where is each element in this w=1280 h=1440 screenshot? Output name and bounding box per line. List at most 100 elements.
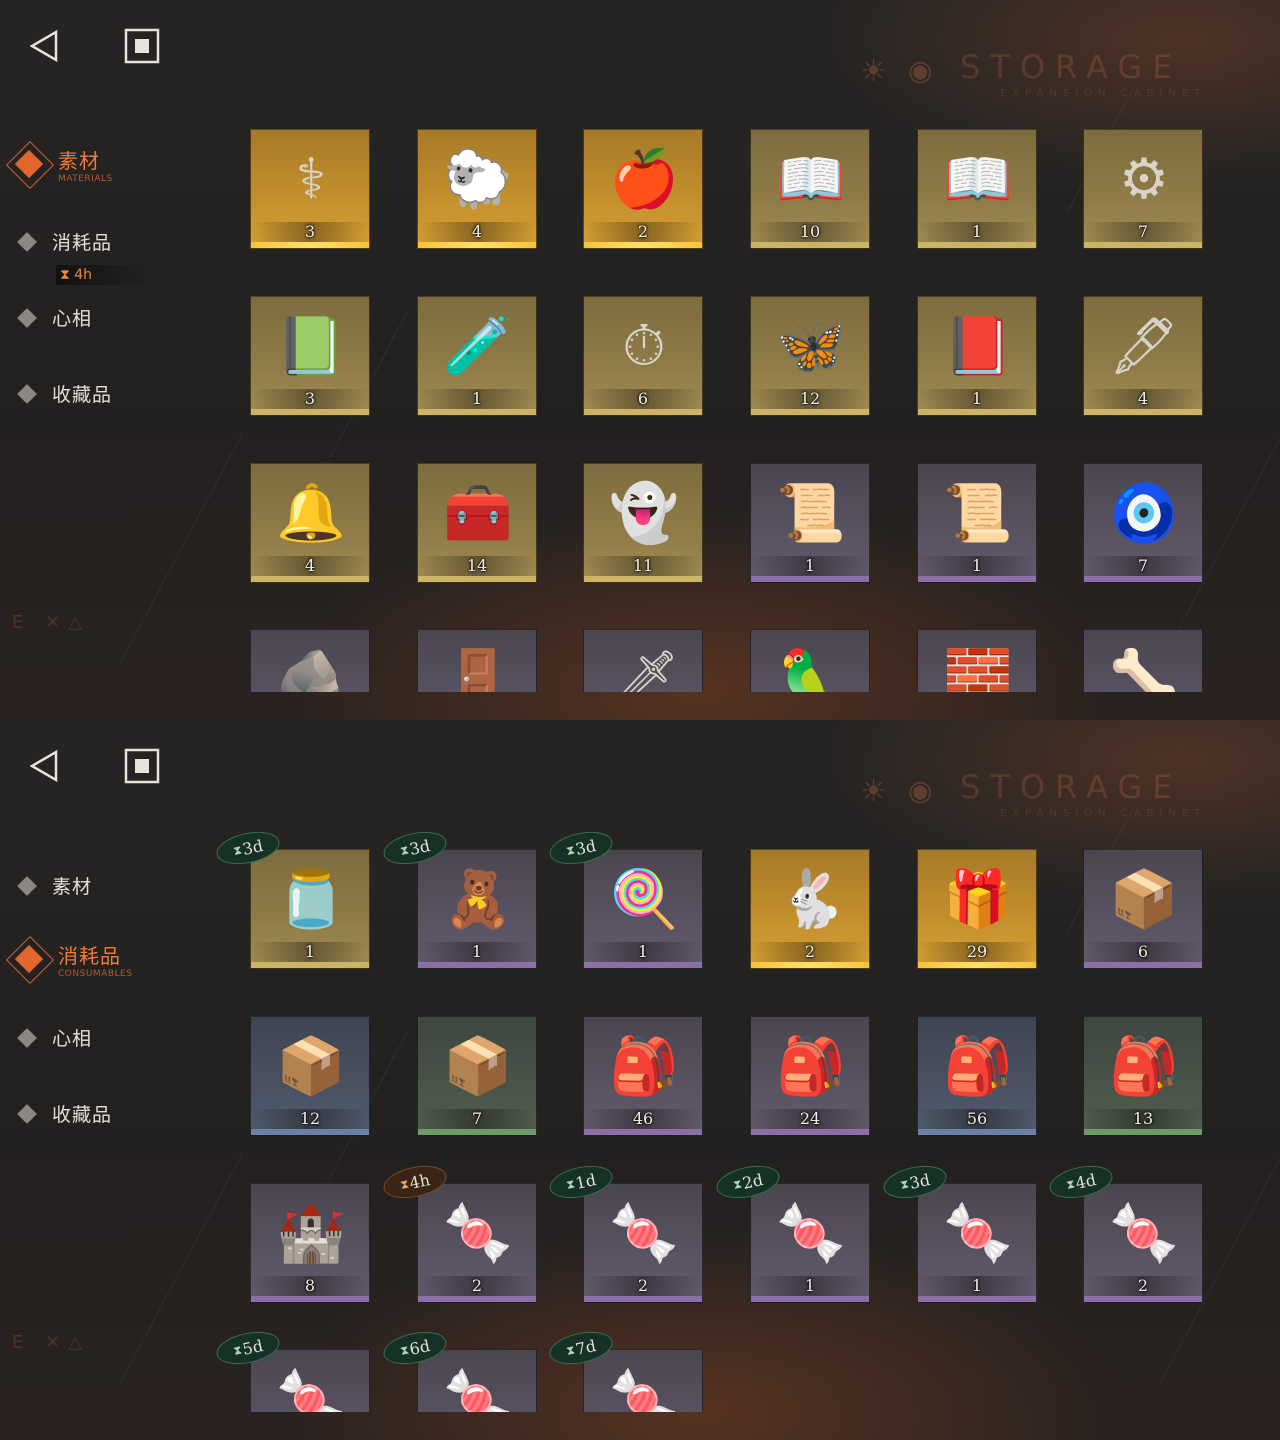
item-slot[interactable]: 🎁 29	[917, 849, 1037, 969]
item-tile: 🧪 1	[417, 296, 537, 416]
rarity-bar	[418, 1296, 536, 1302]
item-slot[interactable]: 🗡	[583, 629, 703, 692]
item-count: 1	[971, 1276, 983, 1295]
item-slot[interactable]: 🧸 1 ⧗ 3d	[380, 826, 537, 969]
item-icon: 🍬	[609, 1201, 679, 1266]
item-slot[interactable]: 🎒 46	[583, 1016, 703, 1136]
rarity-bar	[418, 576, 536, 582]
item-tile: 🦋 12	[750, 296, 870, 416]
item-icon: 🦜	[776, 647, 846, 693]
side-mark: E ✕△	[12, 612, 91, 633]
item-slot[interactable]: 📜 1	[750, 463, 870, 583]
item-tile: 📖 1	[917, 129, 1037, 249]
item-icon: 🧿	[1109, 481, 1179, 546]
item-icon: 🍭	[609, 867, 679, 932]
item-slot[interactable]: 📖 10	[750, 129, 870, 249]
expiry-badge-text: 2d	[740, 1169, 765, 1193]
item-slot[interactable]: 🧱	[917, 629, 1037, 692]
item-slot[interactable]: 🏰 8	[250, 1183, 370, 1303]
item-slot[interactable]: 🎒 56	[917, 1016, 1037, 1136]
item-slot[interactable]: 🧰 14	[417, 463, 537, 583]
item-slot[interactable]: 🍬 ⧗ 7d	[546, 1326, 703, 1412]
expiry-badge-text: 3d	[573, 835, 598, 859]
item-tile: 🍬	[417, 1349, 537, 1412]
item-tile: 🎒 56	[917, 1016, 1037, 1136]
nav-item-collectibles[interactable]: 收藏品	[16, 1100, 112, 1127]
item-tile: 📜 1	[750, 463, 870, 583]
item-tile: 📦 12	[250, 1016, 370, 1136]
item-slot[interactable]: 🖋 4	[1083, 296, 1203, 416]
item-count: 13	[1132, 1109, 1154, 1128]
item-slot[interactable]: 🔔 4	[250, 463, 370, 583]
item-slot[interactable]: 🍬 1 ⧗ 2d	[713, 1160, 870, 1303]
eye-icon: ◉	[908, 774, 933, 807]
item-slot[interactable]: 📗 3	[250, 296, 370, 416]
item-slot[interactable]: 🍬 ⧗ 5d	[213, 1326, 370, 1412]
item-slot[interactable]: 🐑 4	[417, 129, 537, 249]
item-slot[interactable]: 🍬 2 ⧗ 4d	[1046, 1160, 1203, 1303]
expiry-badge-text: 6d	[407, 1335, 432, 1359]
rarity-bar	[751, 242, 869, 248]
nav-item-materials[interactable]: 素材 MATERIALS	[4, 139, 113, 190]
item-slot[interactable]: 📜 1	[917, 463, 1037, 583]
item-tile: ⚙ 7	[1083, 129, 1203, 249]
item-slot[interactable]: 🦴	[1083, 629, 1203, 692]
nav-active-sublabel: CONSUMABLES	[58, 968, 133, 979]
item-slot[interactable]: 👻 11	[583, 463, 703, 583]
side-mark: E ✕△	[12, 1332, 91, 1353]
rarity-bar	[418, 409, 536, 415]
item-slot[interactable]: 📦 7	[417, 1016, 537, 1136]
item-icon: 🚪	[443, 647, 513, 693]
home-button[interactable]	[122, 26, 162, 66]
item-slot[interactable]: 🪨	[250, 629, 370, 692]
watermark-title: STORAGE	[960, 768, 1183, 806]
item-tile: 🍬 1	[750, 1183, 870, 1303]
item-slot[interactable]: 🍬 2 ⧗ 4h	[380, 1160, 537, 1303]
nav-item-consumables[interactable]: 消耗品	[16, 228, 112, 255]
nav-item-consumables[interactable]: 消耗品 CONSUMABLES	[4, 934, 133, 985]
item-slot[interactable]: 📕 1	[917, 296, 1037, 416]
item-icon: 🍬	[443, 1367, 513, 1413]
item-slot[interactable]: 🍬 ⧗ 6d	[380, 1326, 537, 1412]
item-slot[interactable]: 🍬 2 ⧗ 1d	[546, 1160, 703, 1303]
nav-item-materials[interactable]: 素材	[16, 872, 92, 899]
nav-item-label: 心相	[52, 308, 93, 330]
item-slot[interactable]: 📦 12	[250, 1016, 370, 1136]
sun-icon: ☀	[860, 774, 887, 809]
item-slot[interactable]: 🫙 1 ⧗ 3d	[213, 826, 370, 969]
storage-panel-materials: ☀ ◉ STORAGE EXPANSION CABINET E ✕△ 素材 MA…	[0, 0, 1280, 720]
item-slot[interactable]: ⚙ 7	[1083, 129, 1203, 249]
item-slot[interactable]: 🍭 1 ⧗ 3d	[546, 826, 703, 969]
item-slot[interactable]: 🎒 13	[1083, 1016, 1203, 1136]
item-count: 12	[799, 389, 821, 408]
item-slot[interactable]: 🚪	[417, 629, 537, 692]
back-button[interactable]	[24, 746, 64, 786]
item-icon: 🎒	[943, 1034, 1013, 1099]
rarity-bar	[584, 242, 702, 248]
back-button[interactable]	[24, 26, 64, 66]
item-slot[interactable]: 🍬 1 ⧗ 3d	[880, 1160, 1037, 1303]
item-slot[interactable]: 📖 1	[917, 129, 1037, 249]
item-icon: 📖	[776, 147, 846, 212]
item-slot[interactable]: ⏱ 6	[583, 296, 703, 416]
item-tile: 🧱	[917, 629, 1037, 692]
item-slot[interactable]: 🎒 24	[750, 1016, 870, 1136]
nav-item-collectibles[interactable]: 收藏品	[16, 380, 112, 407]
nav-item-heart-phase[interactable]: 心相	[16, 304, 92, 331]
home-button[interactable]	[122, 746, 162, 786]
item-count: 6	[1137, 942, 1149, 961]
item-slot[interactable]: 🐇 2	[750, 849, 870, 969]
item-slot[interactable]: ⚕ 3	[250, 129, 370, 249]
back-icon	[29, 749, 58, 783]
item-slot[interactable]: 📦 6	[1083, 849, 1203, 969]
item-slot[interactable]: 🦋 12	[750, 296, 870, 416]
item-slot[interactable]: 🧪 1	[417, 296, 537, 416]
item-count: 1	[304, 942, 316, 961]
nav-item-heart-phase[interactable]: 心相	[16, 1024, 92, 1051]
item-slot[interactable]: 🧿 7	[1083, 463, 1203, 583]
item-icon: 🎁	[943, 867, 1013, 932]
rarity-bar	[418, 962, 536, 968]
item-icon: 🎒	[609, 1034, 679, 1099]
item-slot[interactable]: 🦜	[750, 629, 870, 692]
item-slot[interactable]: 🍎 2	[583, 129, 703, 249]
